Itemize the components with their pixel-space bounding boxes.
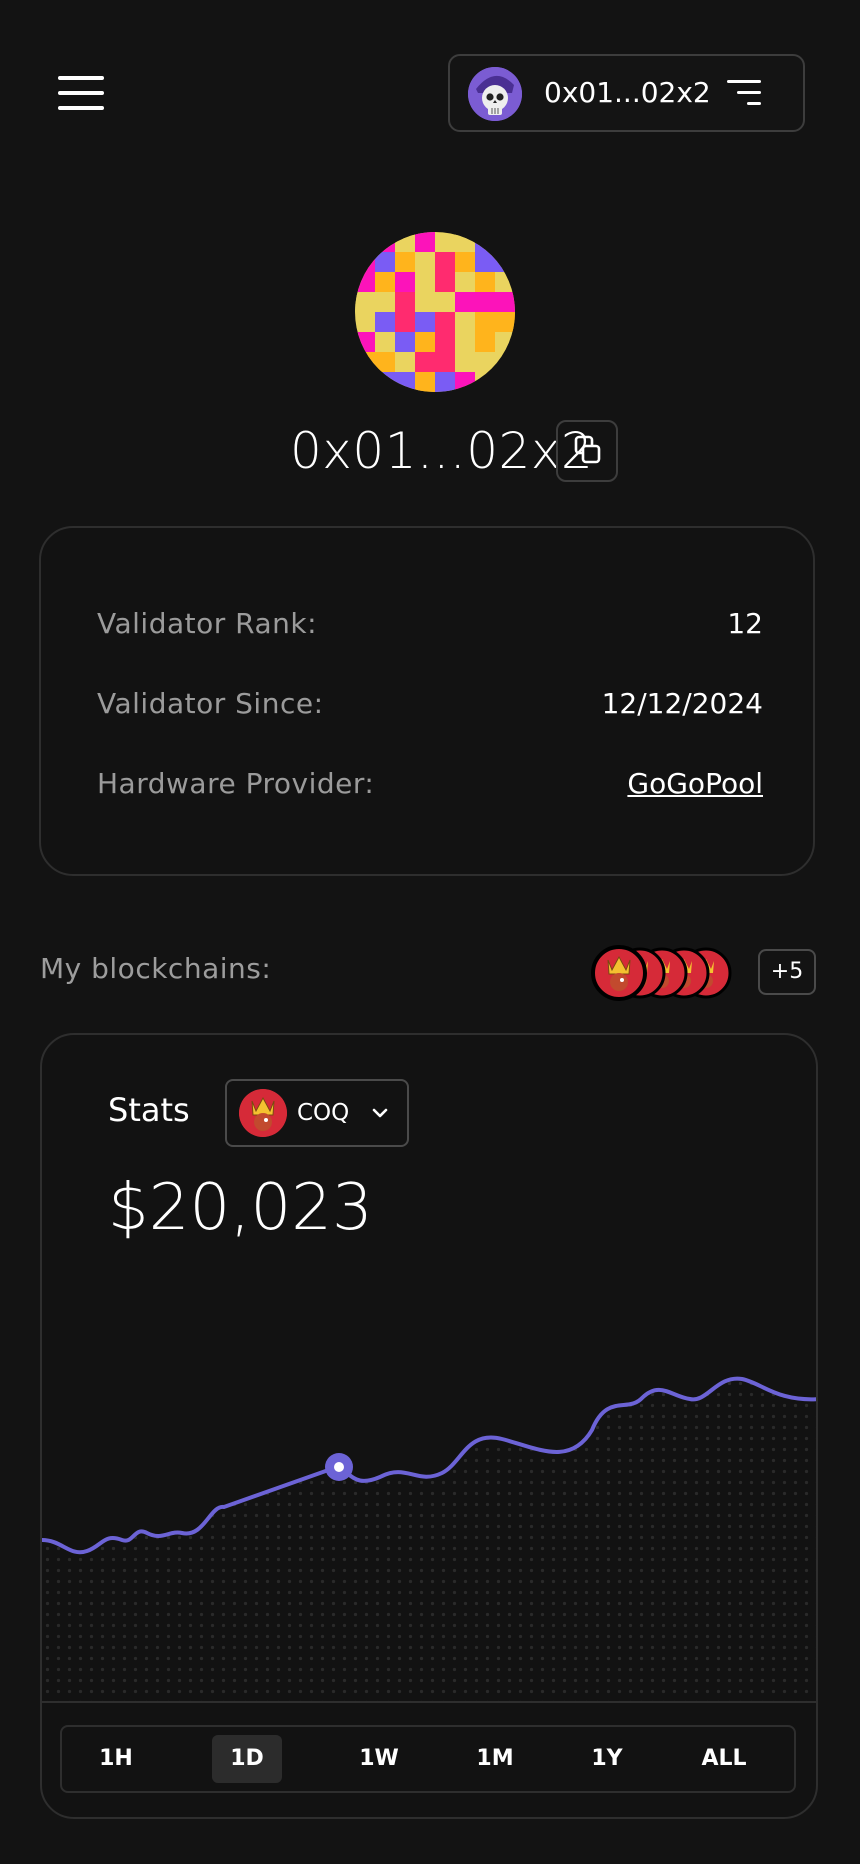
hardware-provider-row: Hardware Provider: GoGoPool — [97, 764, 763, 804]
validator-rank-row: Validator Rank: 12 — [97, 604, 763, 644]
wallet-account-button[interactable]: 0x01...02x2 — [448, 54, 805, 132]
selected-coin-label: COQ — [297, 1100, 350, 1126]
timeframe-1y[interactable]: 1Y — [572, 1735, 642, 1783]
validator-since-value: 12/12/2024 — [601, 687, 763, 720]
timeframe-selector: 1H 1D 1W 1M 1Y ALL — [60, 1725, 796, 1793]
timeframe-1d[interactable]: 1D — [212, 1735, 282, 1783]
coq-chain-icon — [591, 945, 647, 1001]
hardware-provider-label: Hardware Provider: — [97, 767, 375, 800]
copy-icon — [574, 435, 601, 464]
my-blockchains-label: My blockchains: — [40, 952, 272, 985]
validator-rank-label: Validator Rank: — [97, 607, 318, 640]
chevron-down-icon — [372, 1108, 388, 1118]
profile-avatar — [355, 232, 515, 392]
validator-since-row: Validator Since: 12/12/2024 — [97, 684, 763, 724]
stats-card: Stats COQ $20,023 1H 1D 1W 1M 1Y ALL — [40, 1033, 818, 1819]
blockchain-icons[interactable] — [590, 944, 750, 1002]
skull-avatar-icon — [468, 67, 522, 121]
stats-value: $20,023 — [108, 1171, 373, 1245]
timeframe-all[interactable]: ALL — [684, 1735, 764, 1783]
price-chart[interactable] — [42, 1235, 818, 1701]
validator-rank-value: 12 — [727, 607, 763, 640]
timeframe-1h[interactable]: 1H — [82, 1735, 150, 1783]
menu-button[interactable] — [58, 76, 104, 110]
validator-since-label: Validator Since: — [97, 687, 324, 720]
filter-lines-icon[interactable] — [727, 80, 761, 106]
validator-info-card: Validator Rank: 12 Validator Since: 12/1… — [39, 526, 815, 876]
timeframe-1m[interactable]: 1M — [460, 1735, 530, 1783]
more-blockchains-badge[interactable]: +5 — [758, 949, 816, 995]
chart-area — [42, 1378, 816, 1701]
coq-coin-icon — [239, 1089, 287, 1137]
timeframe-1w[interactable]: 1W — [344, 1735, 414, 1783]
chart-divider — [42, 1701, 816, 1703]
copy-address-button[interactable] — [556, 420, 618, 482]
hamburger-icon — [58, 76, 104, 80]
hardware-provider-link[interactable]: GoGoPool — [627, 764, 763, 804]
profile-address: 0x01...02x2 — [290, 422, 594, 480]
wallet-address: 0x01...02x2 — [544, 76, 711, 109]
stats-title: Stats — [108, 1091, 190, 1129]
coin-select-dropdown[interactable]: COQ — [225, 1079, 409, 1147]
